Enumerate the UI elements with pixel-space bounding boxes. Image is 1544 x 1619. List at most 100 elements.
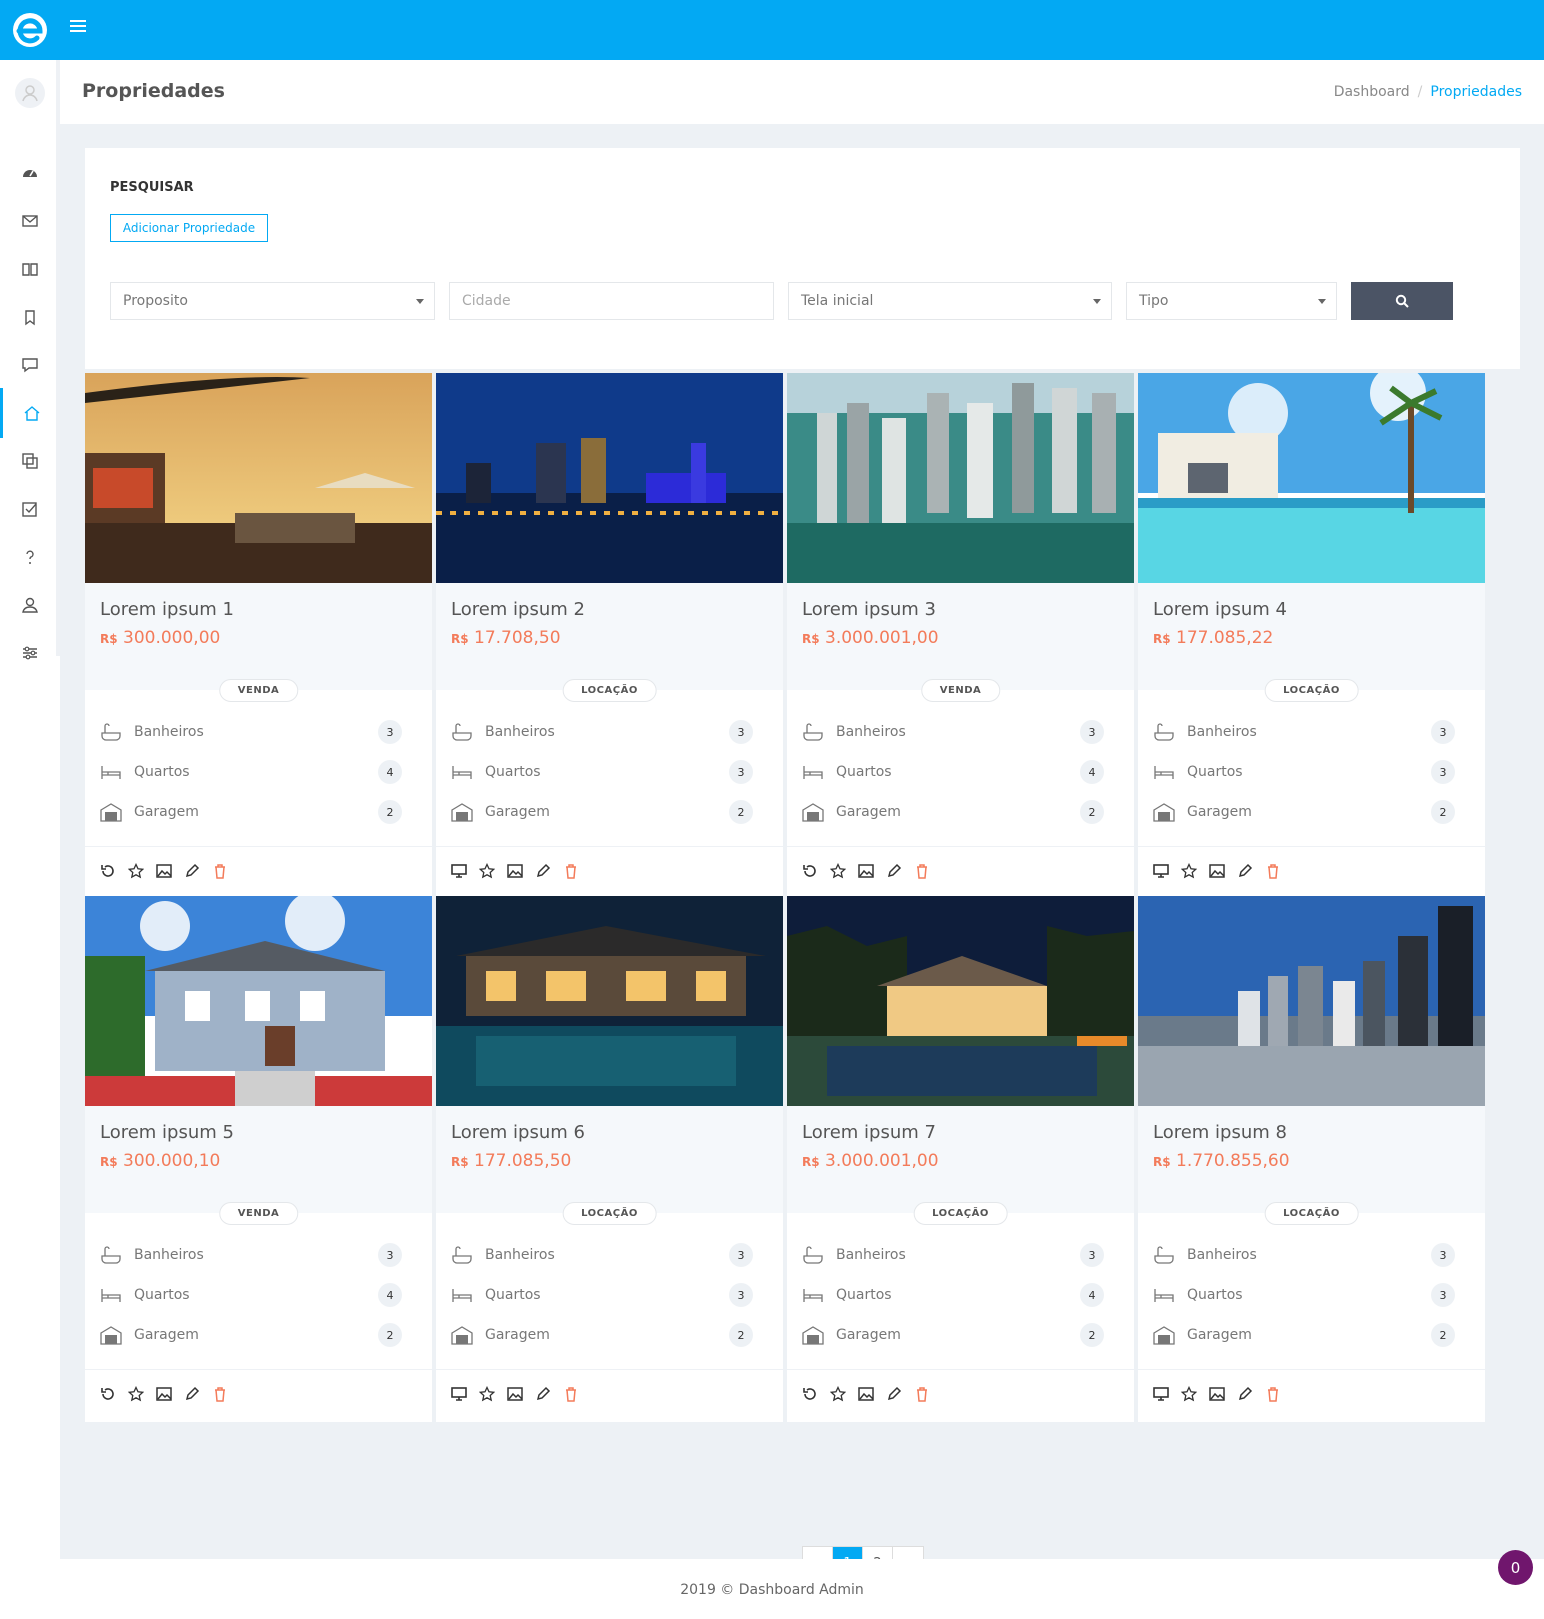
property-title[interactable]: Lorem ipsum 8	[1153, 1122, 1470, 1143]
sidebar-item-mail[interactable]	[0, 196, 60, 246]
type-select[interactable]: Tipo	[1126, 282, 1337, 320]
property-title[interactable]: Lorem ipsum 3	[802, 599, 1119, 620]
feature-bathrooms: Banheiros 3	[451, 712, 768, 752]
brand-logo[interactable]	[10, 12, 50, 48]
property-card[interactable]: Lorem ipsum 3 R$ 3.000.001,00 VENDA Banheir…	[787, 373, 1134, 899]
trash-icon[interactable]	[1265, 863, 1281, 879]
property-photo[interactable]	[85, 373, 432, 583]
breadcrumb-properties: Propriedades	[1430, 84, 1522, 100]
star-icon[interactable]	[830, 1386, 846, 1402]
restore-icon[interactable]	[802, 1386, 818, 1402]
star-icon[interactable]	[830, 863, 846, 879]
pencil-icon[interactable]	[1237, 863, 1253, 879]
feature-count: 2	[378, 800, 402, 824]
feature-bedrooms: Quartos 4	[100, 1275, 417, 1315]
property-title[interactable]: Lorem ipsum 4	[1153, 599, 1470, 620]
property-card[interactable]: Lorem ipsum 7 R$ 3.000.001,00 LOCAÇÃO Banhe…	[787, 896, 1134, 1422]
sidebar-item-bookmark[interactable]	[0, 292, 60, 342]
notification-badge[interactable]: 0	[1498, 1550, 1533, 1585]
pencil-icon[interactable]	[535, 863, 551, 879]
property-card[interactable]: Lorem ipsum 5 R$ 300.000,10 VENDA Banheiros…	[85, 896, 432, 1422]
trash-icon[interactable]	[563, 1386, 579, 1402]
breadcrumb: Dashboard / Propriedades	[1334, 84, 1522, 100]
image-icon[interactable]	[858, 863, 874, 879]
pencil-icon[interactable]	[1237, 1386, 1253, 1402]
restore-icon[interactable]	[100, 1386, 116, 1402]
property-card[interactable]: Lorem ipsum 4 R$ 177.085,22 LOCAÇÃO Banheir…	[1138, 373, 1485, 899]
property-title[interactable]: Lorem ipsum 6	[451, 1122, 768, 1143]
property-title[interactable]: Lorem ipsum 1	[100, 599, 417, 620]
property-card-header: Lorem ipsum 6 R$ 177.085,50 LOCAÇÃO	[436, 1106, 783, 1225]
image-icon[interactable]	[507, 1386, 523, 1402]
pencil-icon[interactable]	[184, 1386, 200, 1402]
image-icon[interactable]	[1209, 863, 1225, 879]
property-photo[interactable]	[436, 896, 783, 1106]
monitor-icon[interactable]	[1153, 1386, 1169, 1402]
star-icon[interactable]	[1181, 863, 1197, 879]
pencil-icon[interactable]	[886, 1386, 902, 1402]
star-icon[interactable]	[128, 863, 144, 879]
image-icon[interactable]	[858, 1386, 874, 1402]
property-photo[interactable]	[787, 896, 1134, 1106]
trash-icon[interactable]	[212, 1386, 228, 1402]
property-photo[interactable]	[1138, 373, 1485, 583]
image-icon[interactable]	[507, 863, 523, 879]
sidebar-item-properties[interactable]	[0, 388, 60, 438]
property-card[interactable]: Lorem ipsum 2 R$ 17.708,50 LOCAÇÃO Banheiro…	[436, 373, 783, 899]
home-screen-select[interactable]: Tela inicial	[788, 282, 1112, 320]
property-title[interactable]: Lorem ipsum 2	[451, 599, 768, 620]
restore-icon[interactable]	[100, 863, 116, 879]
search-button[interactable]	[1351, 282, 1453, 320]
avatar[interactable]	[15, 78, 45, 108]
image-icon[interactable]	[1209, 1386, 1225, 1402]
property-title[interactable]: Lorem ipsum 7	[802, 1122, 1119, 1143]
property-photo[interactable]	[1138, 896, 1485, 1106]
monitor-icon[interactable]	[451, 1386, 467, 1402]
property-photo[interactable]	[85, 896, 432, 1106]
breadcrumb-dashboard[interactable]: Dashboard	[1334, 84, 1410, 100]
pencil-icon[interactable]	[184, 863, 200, 879]
pencil-icon[interactable]	[886, 863, 902, 879]
sidebar-item-copy[interactable]	[0, 436, 60, 486]
star-icon[interactable]	[479, 1386, 495, 1402]
image-icon[interactable]	[156, 863, 172, 879]
feature-label: Garagem	[1187, 804, 1252, 820]
sidebar-item-tasks[interactable]	[0, 484, 60, 534]
feature-label: Banheiros	[134, 724, 204, 740]
add-property-button[interactable]: Adicionar Propriedade	[110, 214, 268, 242]
trash-icon[interactable]	[914, 863, 930, 879]
star-icon[interactable]	[128, 1386, 144, 1402]
property-card[interactable]: Lorem ipsum 8 R$ 1.770.855,60 LOCAÇÃO Banhe…	[1138, 896, 1485, 1422]
trash-icon[interactable]	[914, 1386, 930, 1402]
trash-icon[interactable]	[563, 863, 579, 879]
feature-label: Banheiros	[836, 1247, 906, 1263]
star-icon[interactable]	[479, 863, 495, 879]
property-photo[interactable]	[787, 373, 1134, 583]
pencil-icon[interactable]	[535, 1386, 551, 1402]
feature-count: 3	[378, 720, 402, 744]
sidebar-item-dashboard[interactable]	[0, 148, 60, 198]
purpose-select[interactable]: Proposito	[110, 282, 435, 320]
star-icon[interactable]	[1181, 1386, 1197, 1402]
property-title[interactable]: Lorem ipsum 5	[100, 1122, 417, 1143]
city-input[interactable]: Cidade	[449, 282, 774, 320]
monitor-icon[interactable]	[451, 863, 467, 879]
sidebar-item-chat[interactable]	[0, 340, 60, 390]
bed-icon	[803, 1289, 823, 1302]
sidebar-item-users[interactable]	[0, 580, 60, 630]
trash-icon[interactable]	[1265, 1386, 1281, 1402]
image-icon[interactable]	[156, 1386, 172, 1402]
property-card[interactable]: Lorem ipsum 1 R$ 300.000,00 VENDA Banheiros…	[85, 373, 432, 899]
sidebar-item-book[interactable]	[0, 244, 60, 294]
feature-garage: Garagem 2	[100, 792, 417, 832]
sidebar-item-settings[interactable]	[0, 628, 60, 678]
hamburger-icon[interactable]	[70, 20, 86, 34]
restore-icon[interactable]	[802, 863, 818, 879]
monitor-icon[interactable]	[1153, 863, 1169, 879]
copy-icon	[22, 453, 38, 469]
bathtub-icon	[803, 723, 823, 741]
property-card[interactable]: Lorem ipsum 6 R$ 177.085,50 LOCAÇÃO Banheir…	[436, 896, 783, 1422]
sidebar-item-help[interactable]	[0, 532, 60, 582]
property-photo[interactable]	[436, 373, 783, 583]
trash-icon[interactable]	[212, 863, 228, 879]
